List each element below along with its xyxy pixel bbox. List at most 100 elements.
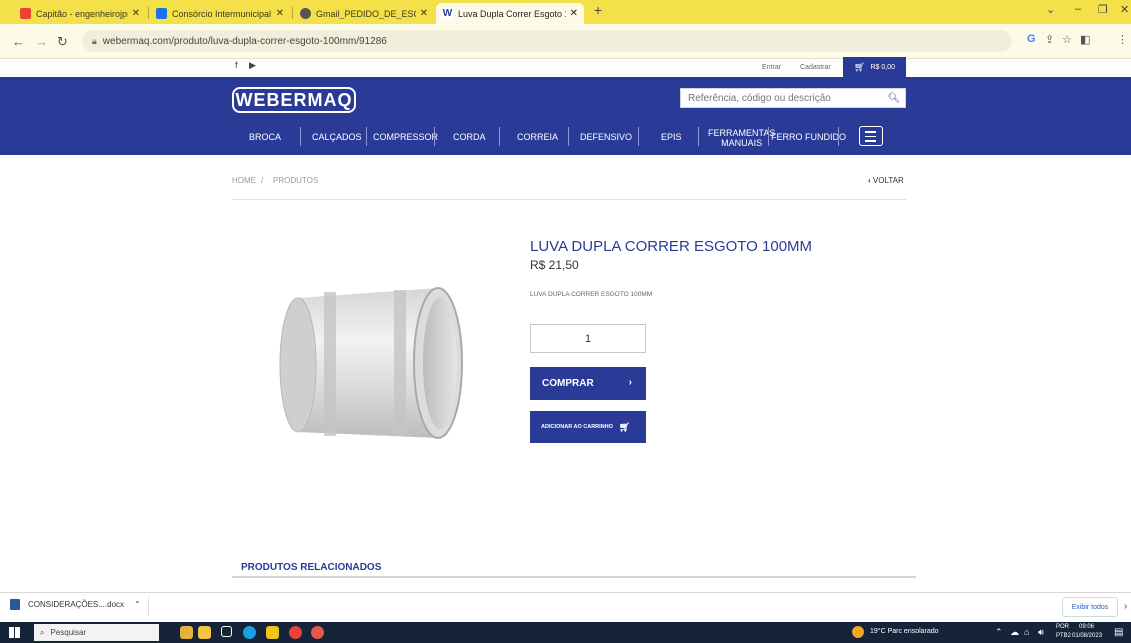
reload-icon[interactable]: ↻ <box>57 34 68 50</box>
file-explorer-icon[interactable] <box>266 626 279 639</box>
register-link[interactable]: Cadastrar <box>800 64 831 71</box>
site-logo[interactable]: WEBERMAQ <box>232 87 356 113</box>
taskbar-app-icon[interactable] <box>198 626 211 639</box>
menu-separator <box>638 127 639 146</box>
browser-tab-gmail-pedido[interactable]: Gmail_PEDIDO_DE_ESCLARECIM ✕ <box>294 3 434 24</box>
volume-icon[interactable]: 🔊︎ <box>1038 627 1044 638</box>
chevron-left-icon: ‹ <box>868 176 871 185</box>
browser-tab-webermaq[interactable]: W Luva Dupla Correr Esgoto 100mm ✕ <box>436 3 584 24</box>
menu-item-corda[interactable]: CORDA <box>453 132 486 142</box>
chrome-icon[interactable] <box>289 626 302 639</box>
new-tab-button[interactable]: + <box>594 2 602 18</box>
webermaq-icon: W <box>442 8 453 19</box>
facebook-icon[interactable]: f <box>235 60 238 70</box>
product-title: LUVA DUPLA CORRER ESGOTO 100MM <box>530 238 813 255</box>
login-link[interactable]: Entrar <box>762 64 781 71</box>
menu-item-ferro-fundido[interactable]: FERRO FUNDIDO <box>771 132 846 142</box>
menu-item-broca[interactable]: BROCA <box>249 132 281 142</box>
site-top-bar <box>0 59 1131 77</box>
share-icon[interactable]: ⇪ <box>1045 33 1054 46</box>
browser-tab-gmail[interactable]: Capitão - engenheirojpso@gmai ✕ <box>14 3 146 24</box>
menu-item-defensivo[interactable]: DEFENSIVO <box>580 132 632 142</box>
breadcrumb-separator: / <box>261 176 264 185</box>
menu-separator <box>366 127 367 146</box>
back-link[interactable]: ‹ VOLTAR <box>868 176 904 185</box>
back-arrow-icon[interactable]: ← <box>12 34 25 49</box>
word-document-icon <box>10 599 20 610</box>
site-header <box>0 77 1131 120</box>
clock-date[interactable]: 01/08/2023 <box>1072 633 1102 639</box>
menu-item-ferramentas-manuais[interactable]: FERRAMENTAS MANUAIS <box>708 128 775 148</box>
browser-tab-consorcio[interactable]: Consórcio Intermunicipal de San ✕ <box>150 3 290 24</box>
hamburger-menu-icon[interactable] <box>859 126 883 146</box>
tray-chevron-up-icon[interactable]: ⌃ <box>995 627 1003 638</box>
divider <box>148 597 149 616</box>
close-icon[interactable]: ✕ <box>276 8 284 19</box>
chevron-up-icon[interactable]: ⌃ <box>134 600 141 609</box>
language-indicator[interactable]: POR <box>1056 624 1069 630</box>
site-search: 🔍︎ <box>680 88 906 108</box>
weather-icon[interactable] <box>852 626 864 638</box>
download-bar <box>0 592 1131 622</box>
menu-separator <box>838 127 839 146</box>
tab-separator <box>148 7 149 19</box>
google-icon[interactable]: G <box>1027 33 1036 45</box>
youtube-icon[interactable]: ▶︎ <box>249 60 256 71</box>
taskbar-app-icon[interactable] <box>180 626 193 639</box>
menu-item-correia[interactable]: CORREIA <box>517 132 558 142</box>
weather-text[interactable]: 19°C Parc ensolarado <box>870 628 939 635</box>
chrome-icon[interactable] <box>311 626 324 639</box>
forward-arrow-icon[interactable]: → <box>35 34 48 49</box>
menu-separator <box>698 127 699 146</box>
document-icon <box>156 8 167 19</box>
menu-item-compressor[interactable]: COMPRESSOR <box>373 132 438 142</box>
minimize-button[interactable]: – <box>1075 3 1081 15</box>
pipe-opening <box>423 297 457 429</box>
buy-button[interactable]: COMPRAR › <box>530 367 646 400</box>
clock-time[interactable]: 09:06 <box>1079 624 1094 630</box>
tab-search-icon[interactable]: ⌄ <box>1046 3 1055 16</box>
cart-icon: 🛒︎ <box>618 421 631 432</box>
restore-button[interactable]: ❐ <box>1098 3 1108 16</box>
lock-icon: 🔒︎ <box>92 35 97 46</box>
quantity-input[interactable]: 1 <box>530 324 646 353</box>
menu-item-epis[interactable]: EPIS <box>661 132 682 142</box>
onedrive-icon[interactable]: ☁︎ <box>1010 627 1019 638</box>
menu-separator <box>300 127 301 146</box>
tab-separator <box>292 7 293 19</box>
close-icon[interactable]: ✕ <box>420 8 428 19</box>
side-panel-icon[interactable]: ◧ <box>1080 33 1090 46</box>
menu-item-calcados[interactable]: CALÇADOS <box>312 132 362 142</box>
product-description: LUVA DUPLA CORRER ESGOTO 100MM <box>530 291 653 298</box>
chevron-right-icon: › <box>628 377 632 388</box>
windows-taskbar <box>0 622 1131 643</box>
address-bar[interactable]: 🔒︎ webermaq.com/produto/luva-dupla-corre… <box>82 30 1012 52</box>
keyboard-layout[interactable]: PTB2 <box>1056 633 1071 639</box>
cart-button[interactable]: 🛒︎ R$ 0,00 <box>843 57 906 77</box>
close-download-bar-icon[interactable]: › <box>1124 601 1127 612</box>
search-icon[interactable]: 🔍︎ <box>883 93 905 104</box>
pipe-band <box>324 292 336 436</box>
window-close-button[interactable]: ✕ <box>1120 3 1129 16</box>
search-icon: ⌕ <box>40 627 45 637</box>
network-icon[interactable]: ⌂ <box>1024 627 1029 637</box>
product-image[interactable] <box>268 270 478 460</box>
windows-start-icon[interactable] <box>9 627 20 638</box>
bookmark-star-icon[interactable]: ☆ <box>1062 33 1072 46</box>
browser-toolbar: ← → ↻ 🔒︎ webermaq.com/produto/luva-dupla… <box>0 24 1131 59</box>
task-view-icon[interactable] <box>221 626 232 637</box>
close-icon[interactable]: ✕ <box>132 8 140 19</box>
notification-icon[interactable]: ▤ <box>1114 627 1123 638</box>
category-menu <box>0 120 1131 155</box>
search-input[interactable] <box>681 89 883 107</box>
edge-icon[interactable] <box>243 626 256 639</box>
breadcrumb-home[interactable]: HOME <box>232 176 256 185</box>
divider <box>232 199 906 200</box>
menu-dots-icon[interactable]: ⋮ <box>1117 33 1128 46</box>
show-all-button[interactable]: Exibir todos <box>1062 597 1118 617</box>
download-item[interactable]: CONSIDERAÇÕES....docx ⌃ <box>10 599 141 610</box>
taskbar-search[interactable]: ⌕ Pesquisar <box>34 624 159 641</box>
add-to-cart-button[interactable]: ADICIONAR AO CARRINHO 🛒︎ <box>530 411 646 443</box>
breadcrumb-produtos[interactable]: PRODUTOS <box>273 176 318 185</box>
close-icon[interactable]: ✕ <box>570 8 578 19</box>
